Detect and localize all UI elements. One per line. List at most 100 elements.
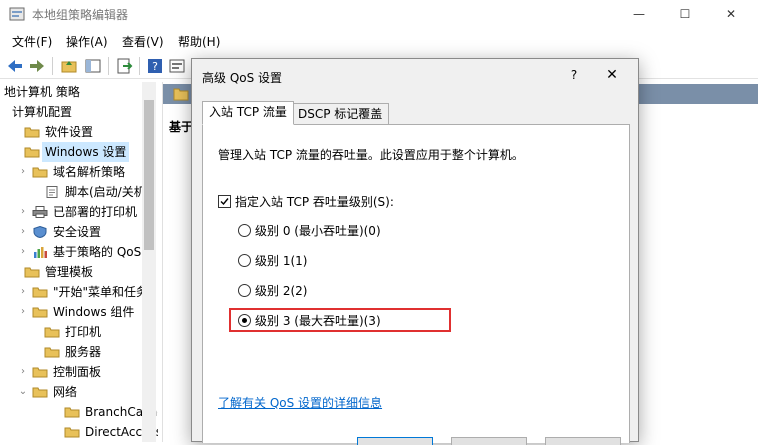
dialog-close-button[interactable]: ✕ [600, 65, 624, 85]
tree-item[interactable]: 计算机配置 [0, 102, 158, 122]
chevron-right-icon[interactable]: › [18, 162, 28, 182]
help-icon[interactable]: ? [146, 57, 164, 75]
tree-item[interactable]: › Windows 组件 [0, 302, 158, 322]
tree-item[interactable]: › 已部署的打印机 [0, 202, 158, 222]
folder-icon [173, 88, 189, 101]
folder-icon [24, 127, 40, 138]
tree-item[interactable]: › 控制面板 [0, 362, 158, 382]
tree-scrollbar[interactable] [142, 82, 156, 442]
tree-item[interactable]: 地计算机 策略 [0, 82, 158, 102]
tree-item[interactable]: 打印机 [0, 322, 158, 342]
tab-dscp-override[interactable]: DSCP 标记覆盖 [291, 103, 390, 125]
radio-button[interactable] [238, 284, 251, 297]
folder-icon [32, 307, 48, 318]
menu-bar: 文件(F) 操作(A) 查看(V) 帮助(H) [0, 30, 758, 52]
radio-label: 级别 2(2) [255, 284, 308, 298]
tree-item-label: Windows 组件 [53, 305, 135, 319]
tree-item-label: 管理模板 [45, 265, 94, 279]
export-list-icon[interactable] [115, 57, 133, 75]
tree-item-label: 打印机 [65, 325, 102, 339]
tree-item[interactable]: 管理模板 [0, 262, 158, 282]
tree-item[interactable]: BranchCache [0, 402, 158, 422]
qos-settings-dialog: 高级 QoS 设置 ? ✕ 入站 TCP 流量 DSCP 标记覆盖 管理入站 T… [191, 58, 639, 445]
radio-label: 级别 0 (最小吞吐量)(0) [255, 224, 381, 238]
menu-action[interactable]: 操作(A) [66, 33, 108, 50]
back-arrow-icon[interactable] [6, 57, 24, 75]
tree-item[interactable]: ⌄ 网络 [0, 382, 158, 402]
tree-item[interactable]: 脚本(启动/关机) [0, 182, 158, 202]
chevron-right-icon[interactable]: › [18, 282, 28, 302]
tree-item-label: "开始"菜单和任务 [53, 285, 149, 299]
tree-item-label: 网络 [53, 385, 78, 399]
tree-item[interactable]: › 域名解析策略 [0, 162, 158, 182]
qos-help-link[interactable]: 了解有关 QoS 设置的详细信息 [218, 394, 382, 411]
dialog-title: 高级 QoS 设置 [202, 71, 283, 85]
folder-icon [32, 167, 48, 178]
shield-icon [33, 226, 47, 238]
folder-icon [32, 387, 48, 398]
folder-icon [64, 407, 80, 418]
minimize-button[interactable]: — [616, 0, 662, 28]
tab-inbound-tcp[interactable]: 入站 TCP 流量 [202, 101, 294, 125]
show-hide-tree-icon[interactable] [84, 57, 102, 75]
tree-item-label: Windows 设置 [42, 142, 130, 162]
folder-icon [32, 287, 48, 298]
tab-panel: 管理入站 TCP 流量的吞吐量。此设置应用于整个计算机。 指定入站 TCP 吞吐… [202, 124, 630, 443]
tree-item[interactable]: Windows 设置 [0, 142, 158, 162]
forward-arrow-icon[interactable] [28, 57, 46, 75]
dialog-help-button[interactable]: ? [564, 65, 584, 85]
tab-description: 管理入站 TCP 流量的吞吐量。此设置应用于整个计算机。 [218, 148, 524, 162]
radio-button[interactable] [238, 224, 251, 237]
tree-item[interactable]: › "开始"菜单和任务 [0, 282, 158, 302]
tree-item-label: 脚本(启动/关机) [65, 185, 151, 199]
gpedit-window: 本地组策略编辑器 — ☐ ✕ 文件(F) 操作(A) 查看(V) 帮助(H) ?… [0, 0, 758, 445]
radio-button[interactable] [238, 254, 251, 267]
throughput-checkbox[interactable] [218, 195, 231, 208]
tree-item[interactable]: DirectAccess [0, 422, 158, 442]
tree-item[interactable]: 服务器 [0, 342, 158, 362]
folder-icon [32, 367, 48, 378]
checkmark-icon [220, 198, 229, 206]
tree-item-label: 地计算机 策略 [4, 85, 80, 99]
up-folder-icon[interactable] [60, 57, 78, 75]
svg-text:?: ? [152, 60, 158, 73]
toolbar-separator [139, 57, 140, 75]
tree-item-label: 软件设置 [45, 125, 94, 139]
cancel-button[interactable] [451, 437, 527, 445]
chevron-right-icon[interactable]: › [18, 302, 28, 322]
menu-help[interactable]: 帮助(H) [178, 33, 220, 50]
chevron-down-icon[interactable]: ⌄ [18, 382, 28, 402]
tree-item[interactable]: › 基于策略的 QoS [0, 242, 158, 262]
tree-item[interactable]: 软件设置 [0, 122, 158, 142]
details-title: 基于 [169, 120, 194, 134]
maximize-icon: ☐ [679, 7, 691, 21]
app-icon [9, 7, 25, 21]
maximize-button[interactable]: ☐ [662, 0, 708, 28]
chevron-right-icon[interactable]: › [18, 362, 28, 382]
tree-item-label: 计算机配置 [12, 105, 73, 119]
close-button[interactable]: ✕ [708, 0, 754, 28]
folder-icon [44, 347, 60, 358]
minimize-icon: — [633, 7, 645, 21]
tree-item-label: 控制面板 [53, 365, 102, 379]
scrollbar-thumb[interactable] [144, 100, 154, 250]
script-icon [46, 186, 58, 198]
properties-icon[interactable] [168, 57, 186, 75]
tree-item[interactable]: › 安全设置 [0, 222, 158, 242]
title-bar: 本地组策略编辑器 — ☐ ✕ [0, 0, 758, 28]
chevron-right-icon[interactable]: › [18, 242, 28, 262]
apply-button[interactable] [545, 437, 621, 445]
ok-button[interactable] [357, 437, 433, 445]
folder-icon [24, 267, 40, 278]
tree-item-label: 已部署的打印机 [53, 205, 138, 219]
menu-file[interactable]: 文件(F) [12, 33, 52, 50]
toolbar-separator [52, 57, 53, 75]
printer-icon [32, 206, 48, 218]
chevron-right-icon[interactable]: › [18, 222, 28, 242]
folder-icon [24, 147, 40, 158]
close-icon: ✕ [725, 7, 737, 21]
window-title: 本地组策略编辑器 [32, 8, 129, 22]
chevron-right-icon[interactable]: › [18, 202, 28, 222]
menu-view[interactable]: 查看(V) [122, 33, 164, 50]
chart-icon [34, 247, 47, 258]
